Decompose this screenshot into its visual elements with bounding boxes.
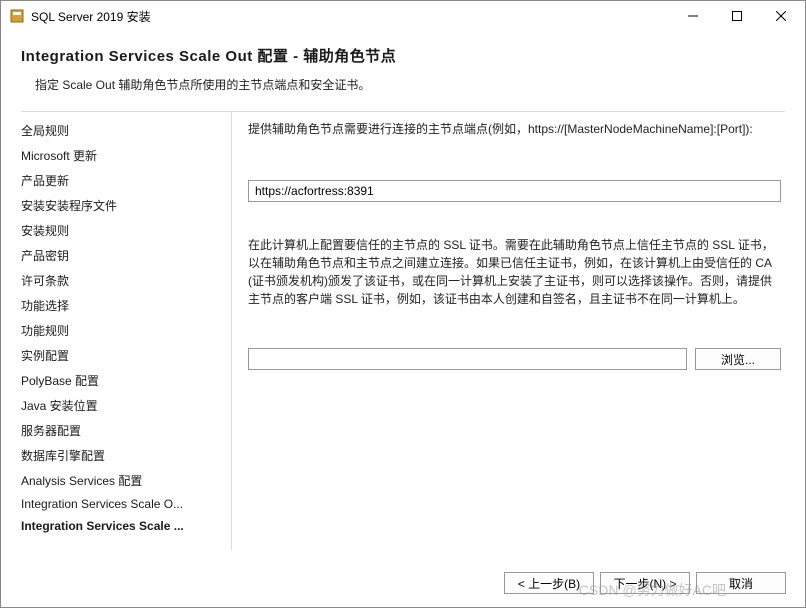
endpoint-input[interactable] xyxy=(248,180,781,202)
close-button[interactable] xyxy=(759,1,803,31)
sidebar-item[interactable]: 数据库引擎配置 xyxy=(21,443,231,468)
sidebar-item[interactable]: Microsoft 更新 xyxy=(21,143,231,168)
ssl-description: 在此计算机上配置要信任的主节点的 SSL 证书。需要在此辅助角色节点上信任主节点… xyxy=(248,236,781,308)
main-panel: 提供辅助角色节点需要进行连接的主节点端点(例如，https://[MasterN… xyxy=(231,112,785,550)
sidebar-item[interactable]: 产品更新 xyxy=(21,168,231,193)
sidebar-item[interactable]: Integration Services Scale O... xyxy=(21,493,231,515)
header: Integration Services Scale Out 配置 - 辅助角色… xyxy=(1,31,805,101)
titlebar: SQL Server 2019 安装 xyxy=(1,1,805,31)
endpoint-label: 提供辅助角色节点需要进行连接的主节点端点(例如，https://[MasterN… xyxy=(248,120,781,138)
sidebar-item[interactable]: 功能选择 xyxy=(21,293,231,318)
footer: < 上一步(B) 下一步(N) > 取消 xyxy=(504,572,786,594)
sidebar-item[interactable]: 功能规则 xyxy=(21,318,231,343)
sidebar-item[interactable]: Analysis Services 配置 xyxy=(21,468,231,493)
cert-row: 浏览... xyxy=(248,348,781,370)
sidebar-item[interactable]: 全局规则 xyxy=(21,118,231,143)
sidebar-item[interactable]: 安装规则 xyxy=(21,218,231,243)
sidebar-item[interactable]: 安装安装程序文件 xyxy=(21,193,231,218)
back-button[interactable]: < 上一步(B) xyxy=(504,572,594,594)
cert-input[interactable] xyxy=(248,348,687,370)
content: 全局规则Microsoft 更新产品更新安装安装程序文件安装规则产品密钥许可条款… xyxy=(1,112,805,550)
browse-button[interactable]: 浏览... xyxy=(695,348,781,370)
cancel-button[interactable]: 取消 xyxy=(696,572,786,594)
sidebar-item[interactable]: 许可条款 xyxy=(21,268,231,293)
sidebar-item[interactable]: 实例配置 xyxy=(21,343,231,368)
sidebar-item[interactable]: 服务器配置 xyxy=(21,418,231,443)
sidebar-item[interactable]: Integration Services Scale ... xyxy=(21,515,231,537)
sidebar-item[interactable]: PolyBase 配置 xyxy=(21,368,231,393)
sidebar: 全局规则Microsoft 更新产品更新安装安装程序文件安装规则产品密钥许可条款… xyxy=(21,112,231,550)
sidebar-item[interactable]: Java 安装位置 xyxy=(21,393,231,418)
app-icon xyxy=(9,8,25,24)
page-subtitle: 指定 Scale Out 辅助角色节点所使用的主节点端点和安全证书。 xyxy=(35,76,785,93)
maximize-button[interactable] xyxy=(715,1,759,31)
minimize-button[interactable] xyxy=(671,1,715,31)
window-title: SQL Server 2019 安装 xyxy=(31,8,671,25)
window-controls xyxy=(671,1,803,31)
next-button[interactable]: 下一步(N) > xyxy=(600,572,690,594)
page-title: Integration Services Scale Out 配置 - 辅助角色… xyxy=(21,45,785,66)
sidebar-item[interactable]: 产品密钥 xyxy=(21,243,231,268)
